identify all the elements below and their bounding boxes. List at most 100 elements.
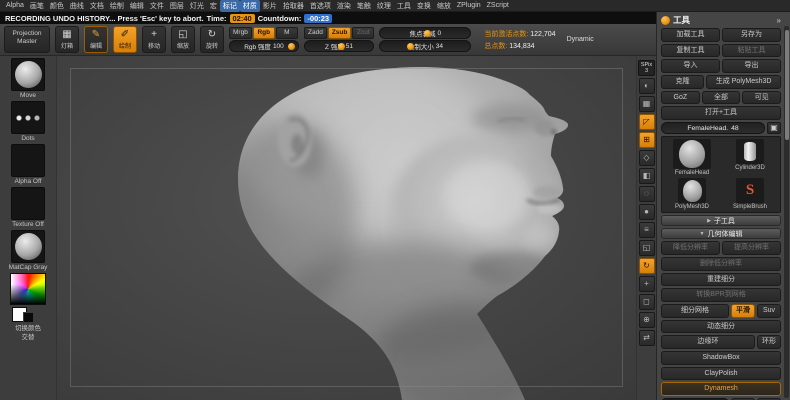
- projection-master-button[interactable]: Projection Master: [4, 26, 50, 53]
- zsub-button[interactable]: Zsub: [328, 27, 352, 39]
- menu-item-brush[interactable]: 画笔: [27, 0, 47, 12]
- goz-visible-button[interactable]: 可见: [742, 91, 781, 105]
- reconstruct-subdiv-button[interactable]: 重建细分: [661, 273, 781, 287]
- quick-pick-cube-icon[interactable]: ▣: [767, 122, 781, 134]
- menu-item-transform[interactable]: 变换: [414, 0, 434, 12]
- rgb-intensity-slider[interactable]: Rgb 强度 100: [229, 40, 299, 52]
- make-polymesh3d-button[interactable]: 生成 PolyMesh3D: [706, 75, 781, 89]
- smooth-toggle[interactable]: 平滑: [731, 304, 755, 318]
- menu-item-layer[interactable]: 图层: [167, 0, 187, 12]
- edge-loop-button[interactable]: 边缘环: [661, 335, 755, 349]
- lower-res-button[interactable]: 降低分辨率: [661, 241, 720, 255]
- frame-icon[interactable]: ◻: [639, 294, 655, 310]
- rgb-intensity-knob[interactable]: [288, 43, 295, 50]
- mrgb-button[interactable]: Mrgb: [229, 27, 252, 39]
- geometry-section-header[interactable]: ▼ 几何体编辑: [661, 228, 781, 239]
- rotate-3d-icon[interactable]: ↻: [639, 258, 655, 274]
- menu-item-document[interactable]: 文档: [87, 0, 107, 12]
- menu-item-picker[interactable]: 拾取器: [280, 0, 307, 12]
- dynamic-subdiv-button[interactable]: 动态细分: [661, 320, 781, 334]
- menu-item-curves[interactable]: 曲线: [67, 0, 87, 12]
- tool-item-polymesh3d[interactable]: PolyMesh3D: [664, 178, 720, 210]
- spix-slider[interactable]: SPix 3: [638, 60, 655, 76]
- menu-item-material[interactable]: 材质: [240, 0, 260, 12]
- tool-item-simplebrush[interactable]: S SimpleBrush: [722, 178, 778, 210]
- menu-item-file[interactable]: 文件: [147, 0, 167, 12]
- delete-lower-button[interactable]: 删除低分辨率: [661, 257, 781, 271]
- paste-tool-button[interactable]: 粘贴工具: [722, 44, 781, 58]
- panel-scrollbar[interactable]: [784, 26, 789, 398]
- focal-shift-knob[interactable]: [424, 30, 431, 37]
- edit-button[interactable]: ✎ 编辑: [84, 26, 108, 53]
- move-3d-icon[interactable]: +: [639, 276, 655, 292]
- current-brush-thumb[interactable]: [11, 58, 45, 91]
- menu-item-tool[interactable]: 工具: [394, 0, 414, 12]
- current-texture-thumb[interactable]: [11, 187, 45, 220]
- tool-item-femalehead[interactable]: FemaleHead: [664, 139, 720, 176]
- zadd-button[interactable]: Zadd: [304, 27, 327, 39]
- scale-3d-icon[interactable]: ◱: [639, 240, 655, 256]
- move-button[interactable]: + 移动: [142, 26, 166, 53]
- subtool-section-header[interactable]: ▶ 子工具: [661, 215, 781, 226]
- m-button[interactable]: M: [276, 27, 298, 39]
- menu-item-zscript[interactable]: ZScript: [484, 1, 512, 10]
- claypolish-button[interactable]: ClayPolish: [661, 367, 781, 381]
- menu-item-render[interactable]: 渲染: [334, 0, 354, 12]
- menu-item-edit[interactable]: 编辑: [127, 0, 147, 12]
- suv-toggle[interactable]: Suv: [757, 304, 781, 318]
- secondary-color-swatch[interactable]: [23, 312, 34, 323]
- import-button[interactable]: 导入: [661, 59, 720, 73]
- switch-color-button[interactable]: 切换颜色: [15, 325, 41, 333]
- perspective-icon[interactable]: ◸: [639, 114, 655, 130]
- zoom-3d-icon[interactable]: ⊕: [639, 312, 655, 328]
- open-plus-tool-button[interactable]: 打开+工具: [661, 106, 781, 120]
- active-tool-slider[interactable]: FemaleHead. 48: [661, 122, 765, 134]
- ring-loop-button[interactable]: 环形: [757, 335, 781, 349]
- floor-grid-icon[interactable]: ⊞: [639, 132, 655, 148]
- goz-all-button[interactable]: 全部: [702, 91, 741, 105]
- current-material-thumb[interactable]: [11, 230, 45, 263]
- rotate-button[interactable]: ↻ 旋转: [200, 26, 224, 53]
- export-button[interactable]: 导出: [722, 59, 781, 73]
- menu-item-movie[interactable]: 影片: [260, 0, 280, 12]
- focal-shift-slider[interactable]: 焦点衰减 0: [379, 27, 471, 39]
- menu-item-alpha[interactable]: Alpha: [3, 1, 27, 10]
- menu-item-zplugin[interactable]: ZPlugin: [454, 1, 484, 10]
- z-intensity-knob[interactable]: [338, 43, 345, 50]
- higher-res-button[interactable]: 提高分辨率: [722, 241, 781, 255]
- divide-button[interactable]: 细分网格: [661, 304, 729, 318]
- tool-flyout-icon[interactable]: [661, 16, 670, 25]
- copy-tool-button[interactable]: 复制工具: [661, 44, 720, 58]
- lightbox-button[interactable]: ▦ 灯箱: [55, 26, 79, 53]
- alt-color-button[interactable]: 交替: [22, 334, 35, 342]
- ghost-icon[interactable]: ◌: [639, 186, 655, 202]
- tool-item-cylinder3d[interactable]: Cylinder3D: [722, 139, 778, 176]
- load-tool-button[interactable]: 加载工具: [661, 28, 720, 42]
- panel-collapse-icon[interactable]: »: [777, 16, 781, 25]
- goz-button[interactable]: GoZ: [661, 91, 700, 105]
- polyframe-icon[interactable]: ▦: [639, 96, 655, 112]
- xpose-icon[interactable]: ≡: [639, 222, 655, 238]
- rgb-button[interactable]: Rgb: [253, 27, 275, 39]
- draw-size-slider[interactable]: 绘制大小 34: [379, 40, 471, 52]
- convert-bpr-button[interactable]: 转换BPR到网格: [661, 288, 781, 302]
- menu-item-macro[interactable]: 宏: [207, 0, 220, 12]
- draw-button[interactable]: ✐ 绘制: [113, 26, 137, 53]
- menu-item-color[interactable]: 颜色: [47, 0, 67, 12]
- menu-item-draw[interactable]: 绘制: [107, 0, 127, 12]
- current-alpha-thumb[interactable]: [11, 144, 45, 177]
- menu-item-zoom[interactable]: 缩放: [434, 0, 454, 12]
- menu-item-light[interactable]: 灯光: [187, 0, 207, 12]
- scale-button[interactable]: ◱ 缩放: [171, 26, 195, 53]
- menu-item-preferences[interactable]: 首选项: [307, 0, 334, 12]
- clone-button[interactable]: 克隆: [661, 75, 704, 89]
- panel-scrollbar-thumb[interactable]: [785, 30, 789, 140]
- z-intensity-slider[interactable]: Z 强度 51: [304, 40, 374, 52]
- sculpt-viewport[interactable]: [57, 56, 636, 400]
- dynamesh-button[interactable]: Dynamesh: [661, 382, 781, 396]
- solo-icon[interactable]: ●: [639, 204, 655, 220]
- bpr-render-icon[interactable]: ◐: [639, 78, 655, 94]
- color-picker[interactable]: [10, 273, 46, 305]
- menu-item-stroke[interactable]: 笔触: [354, 0, 374, 12]
- transparency-icon[interactable]: ◧: [639, 168, 655, 184]
